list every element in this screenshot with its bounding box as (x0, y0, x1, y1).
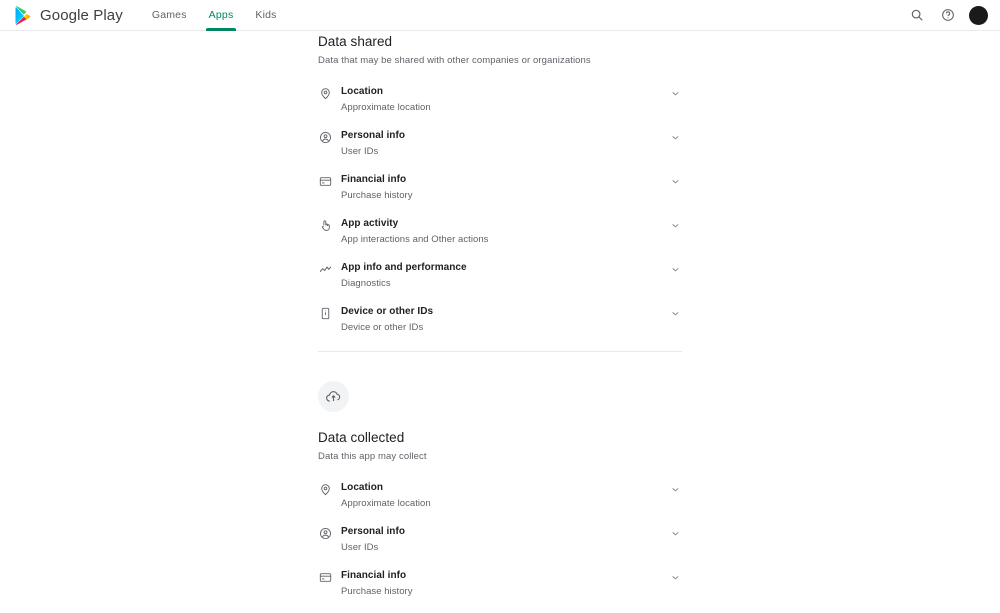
data-collected-list: Location Approximate location Personal i… (318, 481, 682, 604)
item-subtitle: Purchase history (341, 190, 413, 201)
chevron-down-icon[interactable] (668, 482, 682, 496)
item-text: Personal info User IDs (341, 129, 682, 159)
analytics-icon (318, 262, 332, 276)
chevron-down-icon[interactable] (668, 174, 682, 188)
data-shared-item-device-ids[interactable]: Device or other IDs Device or other IDs (318, 305, 682, 340)
google-play-home-link[interactable]: Google Play (14, 5, 123, 25)
cloud-upload-icon (318, 381, 349, 412)
credit-card-icon (318, 570, 332, 584)
item-text: Device or other IDs Device or other IDs (341, 305, 682, 335)
main-nav: Games Apps Kids (141, 0, 288, 31)
data-collected-item-financial-info[interactable]: Financial info Purchase history (318, 569, 682, 604)
header-actions (907, 5, 988, 25)
chevron-down-icon[interactable] (668, 130, 682, 144)
item-title: Device or other IDs (341, 306, 434, 317)
item-text: App info and performance Diagnostics (341, 261, 682, 291)
section-divider (318, 351, 682, 352)
data-shared-item-financial-info[interactable]: Financial info Purchase history (318, 173, 682, 208)
item-title: Personal info (341, 526, 405, 537)
item-subtitle: Approximate location (341, 102, 431, 113)
data-shared-header: Data shared Data that may be shared with… (318, 31, 682, 68)
person-circle-icon (318, 526, 332, 540)
person-circle-icon (318, 130, 332, 144)
item-title: App info and performance (341, 262, 467, 273)
chevron-down-icon[interactable] (668, 262, 682, 276)
data-collected-header: Data collected Data this app may collect (318, 429, 682, 464)
privacy-details-content: Data shared Data that may be shared with… (318, 31, 682, 613)
data-collected-item-location[interactable]: Location Approximate location (318, 481, 682, 516)
item-subtitle: Device or other IDs (341, 322, 424, 333)
item-title: Location (341, 482, 384, 493)
help-icon[interactable] (938, 6, 957, 25)
touch-app-icon (318, 218, 332, 232)
app-header: Google Play Games Apps Kids (0, 0, 1000, 31)
data-collected-item-personal-info[interactable]: Personal info User IDs (318, 525, 682, 560)
credit-card-icon (318, 174, 332, 188)
nav-tab-games[interactable]: Games (141, 0, 198, 31)
avatar[interactable] (969, 5, 988, 25)
item-subtitle: User IDs (341, 542, 379, 553)
chevron-down-icon[interactable] (668, 526, 682, 540)
search-icon[interactable] (907, 6, 926, 25)
data-shared-list: Location Approximate location Personal i… (318, 85, 682, 340)
chevron-down-icon[interactable] (668, 86, 682, 100)
data-shared-item-app-info-performance[interactable]: App info and performance Diagnostics (318, 261, 682, 296)
nav-tab-kids[interactable]: Kids (244, 0, 287, 31)
data-shared-item-app-activity[interactable]: App activity App interactions and Other … (318, 217, 682, 252)
data-shared-item-personal-info[interactable]: Personal info User IDs (318, 129, 682, 164)
google-play-logo-icon (14, 5, 40, 25)
item-text: Location Approximate location (341, 481, 682, 511)
chevron-down-icon[interactable] (668, 570, 682, 584)
data-collected-subtitle: Data this app may collect (318, 451, 427, 462)
item-title: Location (341, 86, 384, 97)
location-pin-icon (318, 86, 332, 100)
item-subtitle: Diagnostics (341, 278, 391, 289)
chevron-down-icon[interactable] (668, 218, 682, 232)
device-phone-icon (318, 306, 332, 320)
data-shared-subtitle: Data that may be shared with other compa… (318, 55, 591, 66)
item-subtitle: App interactions and Other actions (341, 234, 489, 245)
item-subtitle: Approximate location (341, 498, 431, 509)
nav-tab-apps[interactable]: Apps (198, 0, 245, 31)
item-title: App activity (341, 218, 399, 229)
item-text: Financial info Purchase history (341, 569, 682, 599)
data-shared-item-location[interactable]: Location Approximate location (318, 85, 682, 120)
data-shared-title: Data shared (318, 34, 393, 49)
item-title: Personal info (341, 130, 405, 141)
brand-name: Google Play (40, 6, 123, 24)
item-subtitle: User IDs (341, 146, 379, 157)
item-text: Financial info Purchase history (341, 173, 682, 203)
item-text: Location Approximate location (341, 85, 682, 115)
item-text: Personal info User IDs (341, 525, 682, 555)
item-title: Financial info (341, 570, 407, 581)
item-subtitle: Purchase history (341, 586, 413, 597)
data-collected-title: Data collected (318, 430, 405, 445)
item-text: App activity App interactions and Other … (341, 217, 682, 247)
chevron-down-icon[interactable] (668, 306, 682, 320)
location-pin-icon (318, 482, 332, 496)
item-title: Financial info (341, 174, 407, 185)
